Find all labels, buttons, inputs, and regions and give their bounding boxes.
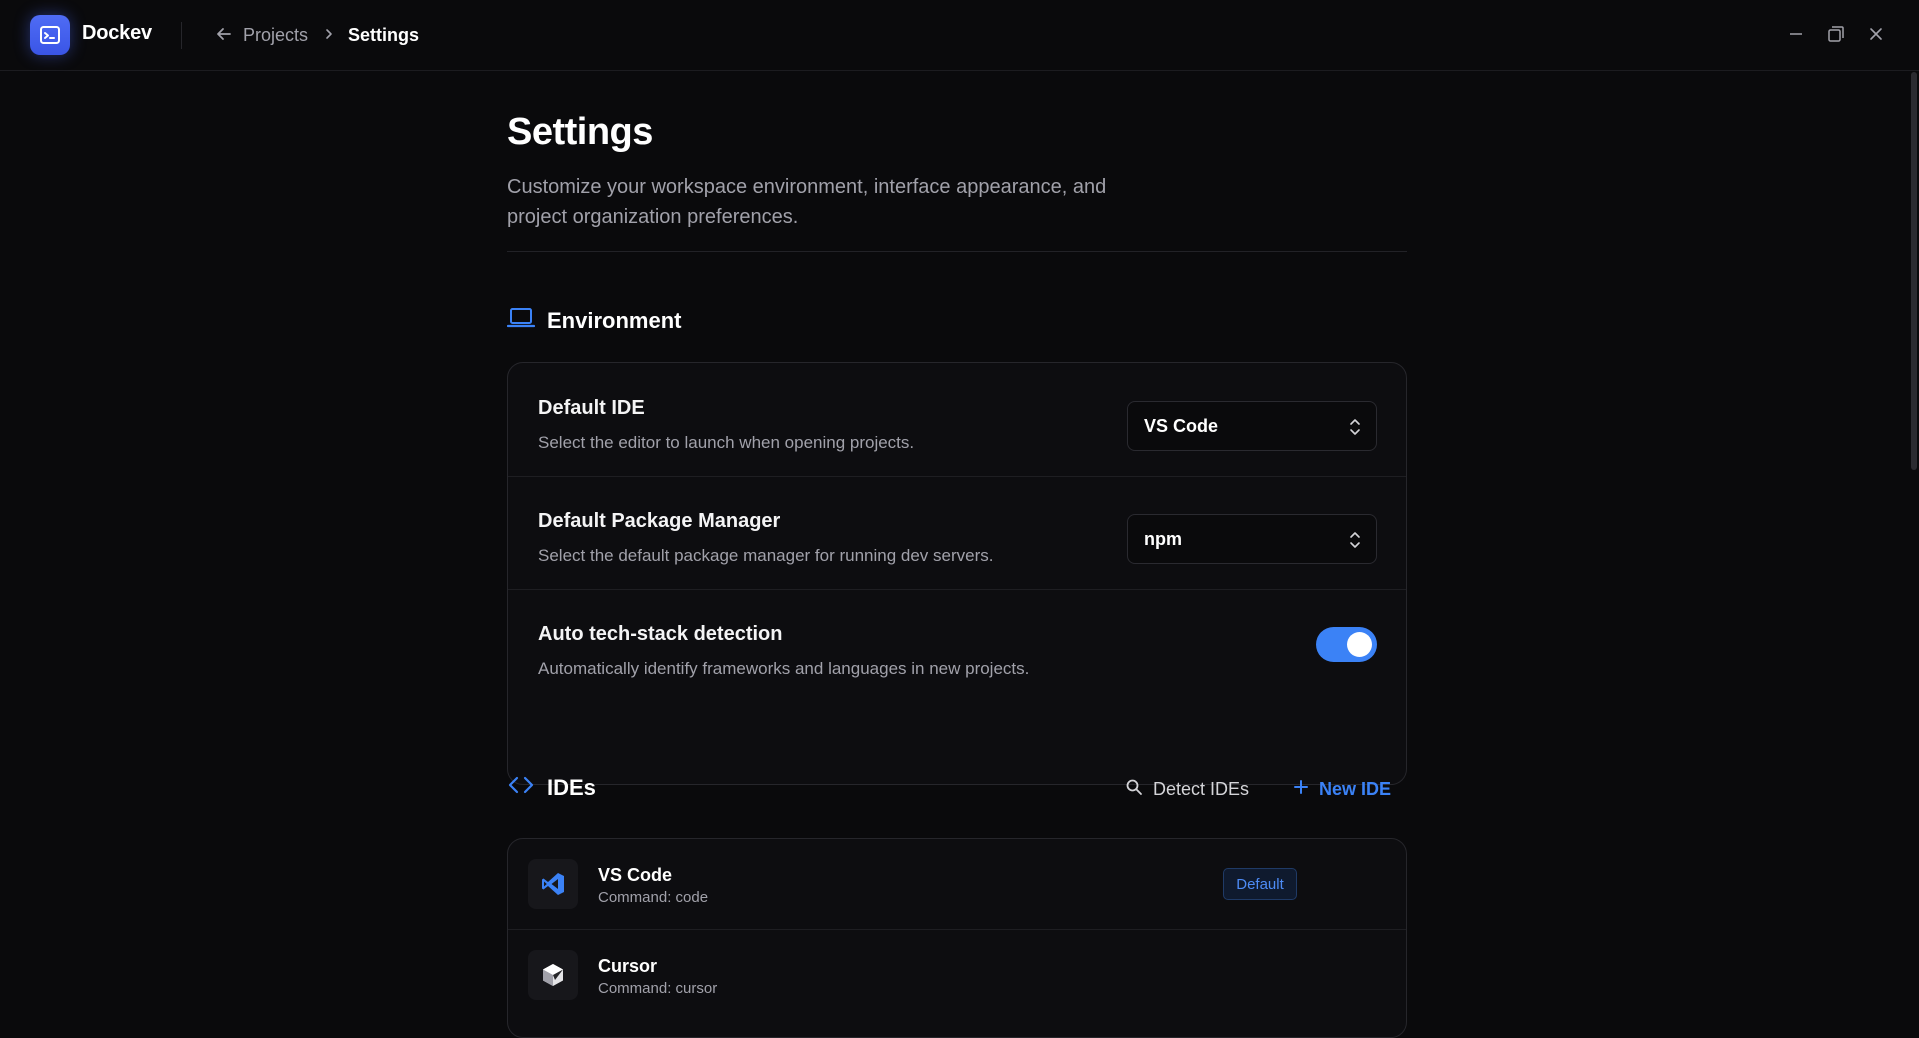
- minimize-button[interactable]: [1786, 24, 1806, 44]
- cursor-icon: [528, 950, 578, 1000]
- plus-icon: [1293, 779, 1309, 800]
- vscode-icon: [528, 859, 578, 909]
- ides-title: IDEs: [547, 774, 596, 800]
- toggle-knob: [1347, 632, 1372, 657]
- default-ide-select[interactable]: VS Code: [1127, 401, 1377, 451]
- page-title: Settings: [507, 111, 653, 153]
- laptop-icon: [506, 306, 536, 335]
- default-ide-description: Select the editor to launch when opening…: [538, 433, 915, 452]
- chevron-right-icon: [322, 27, 336, 41]
- scrollbar-thumb[interactable]: [1911, 72, 1917, 470]
- package-manager-title: Default Package Manager: [538, 510, 781, 532]
- ide-list-item[interactable]: Cursor Command: cursor: [508, 930, 1406, 1020]
- auto-detect-toggle[interactable]: [1316, 627, 1377, 662]
- environment-section-header: Environment: [506, 306, 682, 335]
- ides-section-header: IDEs: [507, 774, 596, 801]
- package-manager-description: Select the default package manager for r…: [538, 546, 994, 565]
- search-icon: [1125, 778, 1143, 801]
- divider: [181, 22, 182, 49]
- maximize-button[interactable]: [1826, 24, 1846, 44]
- chevron-up-down-icon: [1348, 417, 1362, 437]
- header-divider: [507, 251, 1407, 252]
- detect-ides-label: Detect IDEs: [1153, 778, 1250, 799]
- close-button[interactable]: [1866, 24, 1886, 44]
- breadcrumb-projects-link[interactable]: Projects: [243, 25, 308, 46]
- package-manager-select[interactable]: npm: [1127, 514, 1377, 564]
- environment-title: Environment: [547, 307, 682, 333]
- default-ide-row: Default IDE Select the editor to launch …: [508, 363, 1406, 476]
- ide-list-item[interactable]: VS Code Command: code Default: [508, 839, 1406, 929]
- default-badge: Default: [1223, 868, 1297, 900]
- new-ide-label: New IDE: [1319, 778, 1392, 799]
- ide-command: Command: code: [598, 889, 709, 906]
- page-description: Customize your workspace environment, in…: [507, 176, 1107, 228]
- auto-detect-description: Automatically identify frameworks and la…: [538, 659, 1030, 678]
- new-ide-button[interactable]: New IDE: [1293, 774, 1391, 804]
- default-ide-title: Default IDE: [538, 397, 645, 419]
- app-name: Dockev: [82, 22, 152, 44]
- package-manager-row: Default Package Manager Select the defau…: [508, 477, 1406, 589]
- default-ide-value: VS Code: [1144, 415, 1219, 436]
- ide-name: VS Code: [598, 865, 673, 885]
- ide-command: Command: cursor: [598, 980, 718, 997]
- title-bar: Dockev Projects Settings: [0, 0, 1919, 71]
- ides-card: VS Code Command: code Default Cursor Com…: [507, 838, 1407, 1038]
- back-arrow-icon[interactable]: [215, 25, 233, 43]
- detect-ides-button[interactable]: Detect IDEs: [1125, 774, 1249, 804]
- breadcrumb-current: Settings: [348, 25, 420, 45]
- app-logo-icon[interactable]: [30, 15, 70, 55]
- package-manager-value: npm: [1144, 528, 1182, 549]
- environment-card: Default IDE Select the editor to launch …: [507, 362, 1407, 785]
- ide-name: Cursor: [598, 956, 658, 976]
- auto-detect-row: Auto tech-stack detection Automatically …: [508, 590, 1406, 784]
- code-brackets-icon: [507, 774, 535, 801]
- auto-detect-title: Auto tech-stack detection: [538, 623, 783, 645]
- chevron-up-down-icon: [1348, 530, 1362, 550]
